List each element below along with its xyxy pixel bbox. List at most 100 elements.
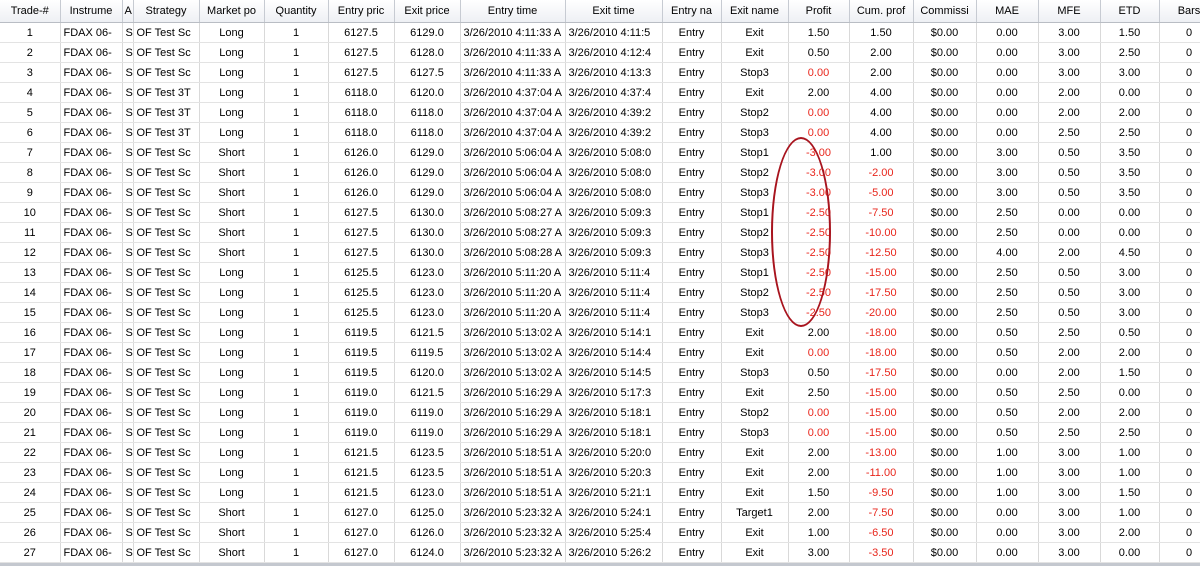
table-row[interactable]: 1 FDAX 06- S OF Test Sc Long 1 6127.5 6129.0 3/2…: [0, 22, 1200, 43]
cell-etd: 0.00: [1100, 542, 1160, 563]
column-header-commission[interactable]: Commissi: [913, 0, 977, 23]
column-header-etd[interactable]: ETD: [1100, 0, 1160, 23]
table-row[interactable]: 3 FDAX 06- S OF Test Sc Long 1 6127.5 6127.5 3/2…: [0, 62, 1200, 83]
column-header-entry-time[interactable]: Entry time: [460, 0, 566, 23]
cell-exit-name: Stop2: [721, 402, 789, 423]
cell-strategy: OF Test Sc: [133, 162, 200, 183]
cell-etd: 3.00: [1100, 262, 1160, 283]
column-header-exit-name[interactable]: Exit name: [721, 0, 789, 23]
table-row[interactable]: 13 FDAX 06- S OF Test Sc Long 1 6125.5 6123.0 3/…: [0, 262, 1200, 283]
cell-mfe: 3.00: [1038, 462, 1101, 483]
table-row[interactable]: 8 FDAX 06- S OF Test Sc Short 1 6126.0 6129.0 3/…: [0, 162, 1200, 183]
cell-quantity: 1: [264, 342, 329, 363]
cell-profit: -2.50: [788, 302, 850, 323]
cell-entry-name: Entry: [662, 282, 722, 303]
cell-quantity: 1: [264, 302, 329, 323]
cell-entry-price: 6127.0: [328, 542, 395, 563]
table-row[interactable]: 12 FDAX 06- S OF Test Sc Short 1 6127.5 6130.0 3…: [0, 242, 1200, 263]
column-header-mfe[interactable]: MFE: [1038, 0, 1101, 23]
table-row[interactable]: 9 FDAX 06- S OF Test Sc Short 1 6126.0 6129.0 3/…: [0, 182, 1200, 203]
cell-market-position: Long: [199, 22, 265, 43]
cell-account: S: [122, 62, 134, 83]
table-row[interactable]: 20 FDAX 06- S OF Test Sc Long 1 6119.0 6119.0 3/…: [0, 402, 1200, 423]
cell-mfe: 2.00: [1038, 102, 1101, 123]
cell-strategy: OF Test Sc: [133, 282, 200, 303]
table-row[interactable]: 16 FDAX 06- S OF Test Sc Long 1 6119.5 6121.5 3/…: [0, 322, 1200, 343]
table-row[interactable]: 27 FDAX 06- S OF Test Sc Short 1 6127.0 6124.0 3…: [0, 542, 1200, 563]
cell-entry-name: Entry: [662, 362, 722, 383]
table-row[interactable]: 21 FDAX 06- S OF Test Sc Long 1 6119.0 6119.0 3/…: [0, 422, 1200, 443]
cell-profit: -2.50: [788, 282, 850, 303]
cell-commission: $0.00: [913, 102, 977, 123]
cell-exit-price: 6123.5: [394, 462, 461, 483]
table-row[interactable]: 25 FDAX 06- S OF Test Sc Short 1 6127.0 6125.0 3…: [0, 502, 1200, 523]
cell-etd: 2.50: [1100, 122, 1160, 143]
cell-trade-number: 14: [0, 282, 61, 303]
cell-instrument: FDAX 06-: [60, 22, 123, 43]
table-row[interactable]: 15 FDAX 06- S OF Test Sc Long 1 6125.5 6123.0 3/…: [0, 302, 1200, 323]
column-header-mae[interactable]: MAE: [976, 0, 1039, 23]
column-header-instrument[interactable]: Instrume: [60, 0, 123, 23]
column-header-quantity[interactable]: Quantity: [264, 0, 329, 23]
table-row[interactable]: 5 FDAX 06- S OF Test 3T Long 1 6118.0 6118.0 3/2…: [0, 102, 1200, 123]
cell-exit-time: 3/26/2010 5:11:4: [565, 302, 663, 323]
column-header-exit-time[interactable]: Exit time: [565, 0, 663, 23]
cell-cum-profit: -2.00: [849, 162, 914, 183]
cell-exit-name: Stop3: [721, 422, 789, 443]
table-row[interactable]: 19 FDAX 06- S OF Test Sc Long 1 6119.0 6121.5 3/…: [0, 382, 1200, 403]
cell-commission: $0.00: [913, 22, 977, 43]
cell-mfe: 2.00: [1038, 362, 1101, 383]
table-row[interactable]: 18 FDAX 06- S OF Test Sc Long 1 6119.5 6120.0 3/…: [0, 362, 1200, 383]
column-header-strategy[interactable]: Strategy: [133, 0, 200, 23]
cell-strategy: OF Test Sc: [133, 322, 200, 343]
table-row[interactable]: 11 FDAX 06- S OF Test Sc Short 1 6127.5 6130.0 3…: [0, 222, 1200, 243]
cell-etd: 1.50: [1100, 482, 1160, 503]
table-row[interactable]: 22 FDAX 06- S OF Test Sc Long 1 6121.5 6123.5 3/…: [0, 442, 1200, 463]
cell-account: S: [122, 122, 134, 143]
cell-exit-price: 6119.0: [394, 422, 461, 443]
table-row[interactable]: 24 FDAX 06- S OF Test Sc Long 1 6121.5 6123.0 3/…: [0, 482, 1200, 503]
cell-instrument: FDAX 06-: [60, 122, 123, 143]
table-row[interactable]: 6 FDAX 06- S OF Test 3T Long 1 6118.0 6118.0 3/2…: [0, 122, 1200, 143]
table-row[interactable]: 17 FDAX 06- S OF Test Sc Long 1 6119.5 6119.5 3/…: [0, 342, 1200, 363]
cell-exit-time: 3/26/2010 5:14:1: [565, 322, 663, 343]
table-row[interactable]: 14 FDAX 06- S OF Test Sc Long 1 6125.5 6123.0 3/…: [0, 282, 1200, 303]
cell-bars: 0: [1159, 222, 1200, 243]
cell-cum-profit: 2.00: [849, 42, 914, 63]
table-row[interactable]: 26 FDAX 06- S OF Test Sc Short 1 6127.0 6126.0 3…: [0, 522, 1200, 543]
cell-exit-name: Exit: [721, 542, 789, 563]
column-header-entry-price[interactable]: Entry pric: [328, 0, 395, 23]
cell-market-position: Long: [199, 382, 265, 403]
cell-mae: 2.50: [976, 202, 1039, 223]
column-header-market-position[interactable]: Market po: [199, 0, 265, 23]
cell-quantity: 1: [264, 82, 329, 103]
table-row[interactable]: 2 FDAX 06- S OF Test Sc Long 1 6127.5 6128.0 3/2…: [0, 42, 1200, 63]
table-row[interactable]: 7 FDAX 06- S OF Test Sc Short 1 6126.0 6129.0 3/…: [0, 142, 1200, 163]
cell-strategy: OF Test Sc: [133, 422, 200, 443]
cell-entry-name: Entry: [662, 82, 722, 103]
table-row[interactable]: 10 FDAX 06- S OF Test Sc Short 1 6127.5 6130.0 3…: [0, 202, 1200, 223]
cell-profit: 1.00: [788, 522, 850, 543]
column-header-profit[interactable]: Profit: [788, 0, 850, 23]
column-header-trade-number[interactable]: Trade-#: [0, 0, 61, 23]
column-header-cum-profit[interactable]: Cum. prof: [849, 0, 914, 23]
cell-market-position: Short: [199, 502, 265, 523]
cell-profit: 0.00: [788, 62, 850, 83]
cell-exit-name: Exit: [721, 322, 789, 343]
cell-mae: 4.00: [976, 242, 1039, 263]
cell-etd: 3.00: [1100, 302, 1160, 323]
cell-entry-time: 3/26/2010 5:11:20 A: [460, 302, 566, 323]
cell-cum-profit: -15.00: [849, 402, 914, 423]
column-header-account[interactable]: A: [122, 0, 134, 23]
table-row[interactable]: 4 FDAX 06- S OF Test 3T Long 1 6118.0 6120.0 3/2…: [0, 82, 1200, 103]
column-header-entry-name[interactable]: Entry na: [662, 0, 722, 23]
cell-mae: 0.50: [976, 382, 1039, 403]
cell-entry-name: Entry: [662, 142, 722, 163]
cell-profit: -3.00: [788, 162, 850, 183]
cell-account: S: [122, 342, 134, 363]
cell-commission: $0.00: [913, 322, 977, 343]
cell-etd: 1.50: [1100, 362, 1160, 383]
column-header-exit-price[interactable]: Exit price: [394, 0, 461, 23]
table-row[interactable]: 23 FDAX 06- S OF Test Sc Long 1 6121.5 6123.5 3/…: [0, 462, 1200, 483]
column-header-bars[interactable]: Bars: [1159, 0, 1200, 23]
